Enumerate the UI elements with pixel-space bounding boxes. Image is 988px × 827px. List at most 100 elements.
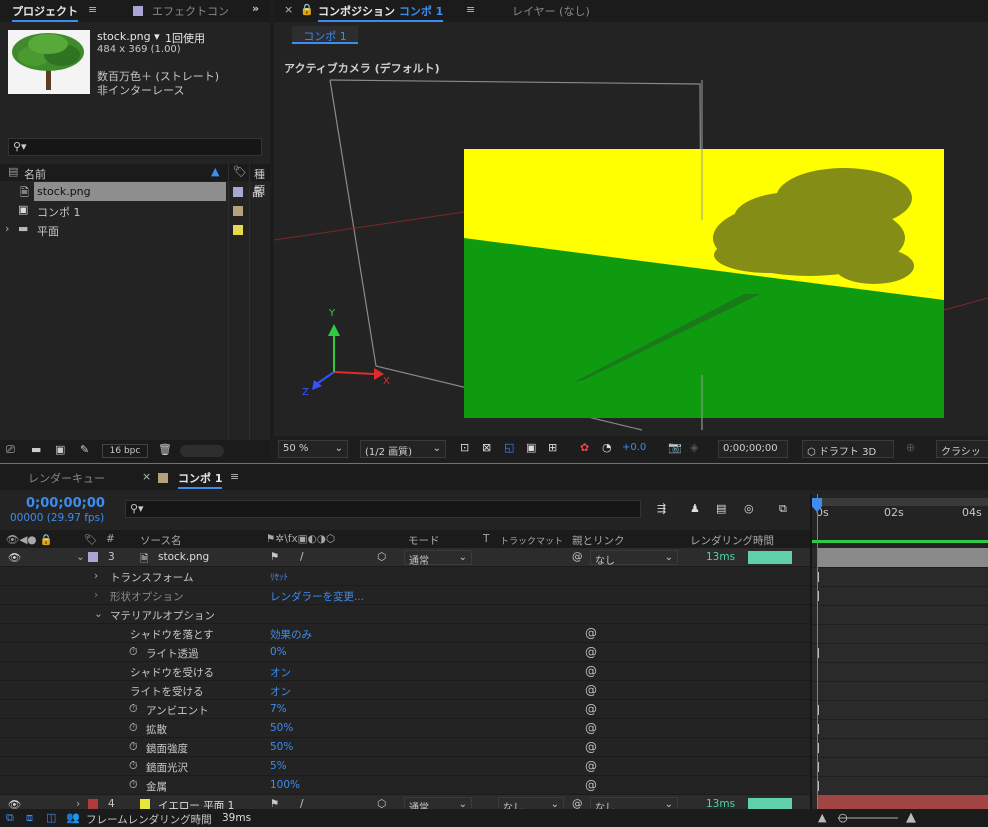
close-icon[interactable]: × [284, 3, 293, 16]
chevron-right-icon[interactable]: › [5, 222, 9, 235]
comp-mini-flowchart-icon[interactable]: ⇶ [657, 502, 666, 515]
eye-icon[interactable]: 👁 [8, 551, 21, 564]
property-group-material-options[interactable]: ⌄ マテリアルオプション [0, 605, 810, 624]
material-property-row[interactable]: ⏱ 金属 100% @ [0, 776, 810, 795]
col-track-matte[interactable]: トラックマット [500, 534, 563, 547]
frame-blending-icon[interactable]: ▤ [716, 502, 726, 515]
timeline-search-input[interactable]: ⚲▾ [125, 500, 641, 518]
mask-visibility-icon[interactable]: ◱ [504, 441, 514, 454]
sort-ascending-icon[interactable]: ▲ [211, 165, 219, 178]
stopwatch-icon[interactable]: ⏱ [129, 645, 138, 659]
tab-render-queue[interactable]: レンダーキュー [28, 470, 105, 486]
stopwatch-icon[interactable]: ⏱ [129, 759, 138, 773]
adjust-icon[interactable]: ✎ [80, 443, 89, 456]
layer-duration-bar-stock[interactable] [818, 548, 988, 567]
extended-viewer-icon[interactable]: ⊕ [906, 441, 915, 454]
expression-pickwhip-icon[interactable]: @ [585, 721, 597, 735]
material-property-row[interactable]: ⏱ アンビエント 7% @ [0, 700, 810, 719]
col-number[interactable]: # [106, 533, 115, 545]
layer-name[interactable]: stock.png [158, 551, 209, 563]
new-composition-icon[interactable]: ▣ [55, 443, 65, 456]
playhead-line[interactable] [817, 494, 818, 810]
property-value[interactable]: 7% [270, 703, 287, 715]
layer-row-stock[interactable]: 👁 ⌄ 3 🗎 stock.png ⚑ / ⬡ 通常 ⌄ @ なし ⌄ 13ms [0, 548, 810, 567]
chevron-right-icon[interactable]: › [94, 570, 98, 582]
stopwatch-icon[interactable]: ⏱ [129, 778, 138, 792]
mode-dropdown[interactable]: 通常⌄ [404, 550, 472, 567]
property-value[interactable]: 効果のみ [270, 627, 312, 642]
zoom-slider-knob[interactable]: ○ [838, 811, 848, 824]
renderer-button[interactable]: クラシッ [936, 440, 988, 458]
close-icon[interactable]: × [142, 470, 151, 483]
material-property-row[interactable]: シャドウを落とす 効果のみ @ [0, 624, 810, 643]
toggle-modes-icon[interactable]: ⧈ [26, 811, 33, 825]
panel-overflow-icon[interactable]: » [252, 2, 259, 15]
property-value[interactable]: 5% [270, 760, 287, 772]
col-source-name[interactable]: ソース名 [140, 533, 181, 548]
current-time[interactable]: 0;00;00;00 [26, 496, 105, 511]
property-value[interactable]: 100% [270, 779, 300, 791]
trash-icon[interactable]: 🗑 [158, 443, 172, 456]
shy-switch-icon[interactable]: ⚑ [270, 551, 279, 563]
toggle-switches-icon[interactable]: ⧉ [6, 811, 14, 825]
property-group-transform[interactable]: › トランスフォーム ﾘｾｯﾄ [0, 567, 810, 586]
project-item-comp[interactable]: ▣ コンポ 1 [0, 201, 270, 220]
property-value[interactable]: 50% [270, 722, 293, 734]
draft-3d-button[interactable]: ⬡ ドラフト 3D [802, 440, 894, 458]
material-property-row[interactable]: ⏱ 拡散 50% @ [0, 719, 810, 738]
project-item-stock[interactable]: 🗎 stock.png 品 [0, 182, 270, 201]
tab-menu-icon[interactable]: ≡ [230, 470, 239, 483]
snapshot-icon[interactable]: 📷 [668, 441, 682, 454]
show-snapshot-icon[interactable]: ◈ [690, 441, 698, 454]
property-value[interactable]: オン [270, 665, 291, 680]
time-ruler[interactable]: 0s 02s 04s [812, 494, 988, 548]
col-t[interactable]: T [483, 533, 489, 545]
exposure-value[interactable]: +0.0 [622, 442, 646, 453]
layer-label-swatch[interactable] [88, 799, 98, 809]
item-filename[interactable]: stock.png ▾ [97, 30, 160, 43]
expression-pickwhip-icon[interactable]: @ [585, 626, 597, 640]
layer-duration-bar-yellow[interactable] [818, 795, 988, 810]
chevron-down-icon[interactable]: ⌄ [76, 551, 85, 563]
stopwatch-icon[interactable]: ⏱ [129, 702, 138, 716]
label-color-swatch[interactable] [233, 187, 243, 197]
expression-pickwhip-icon[interactable]: @ [585, 759, 597, 773]
tab-effect-controls[interactable]: エフェクトコン [152, 3, 229, 19]
label-color-swatch[interactable] [233, 206, 243, 216]
property-value[interactable]: 50% [270, 741, 293, 753]
expression-pickwhip-icon[interactable]: @ [585, 683, 597, 697]
chevron-down-icon[interactable]: ⌄ [94, 608, 103, 620]
region-of-interest-icon[interactable]: ▣ [526, 441, 536, 454]
parent-dropdown[interactable]: なし⌄ [590, 550, 678, 567]
tab-composition[interactable]: コンポジション コンポ 1 [318, 3, 444, 22]
comp-flowchart-tab[interactable]: コンポ 1 [292, 26, 358, 44]
layer-label-swatch[interactable] [88, 552, 98, 562]
project-search-input[interactable]: ⚲▾ [8, 138, 262, 156]
project-item-solids-folder[interactable]: › ▬ 平面 [0, 220, 270, 239]
lock-icon[interactable]: 🔒 [300, 3, 314, 16]
transform-reset-link[interactable]: ﾘｾｯﾄ [270, 570, 288, 583]
expression-pickwhip-icon[interactable]: @ [585, 702, 597, 716]
tab-layer[interactable]: レイヤー (なし) [512, 3, 590, 19]
tab-menu-icon[interactable]: ≡ [88, 3, 97, 16]
transparency-grid-icon[interactable]: ⊠ [482, 441, 491, 454]
stopwatch-icon[interactable]: ⏱ [129, 721, 138, 735]
chevron-right-icon[interactable]: › [94, 589, 98, 601]
grid-guide-icon[interactable]: ⊞ [548, 441, 557, 454]
current-time-field[interactable]: 0;00;00;00 [718, 440, 788, 458]
toggle-in-out-icon[interactable]: ◫ [46, 811, 56, 824]
material-property-row[interactable]: シャドウを受ける オン @ [0, 662, 810, 681]
3d-layer-icon[interactable]: ⬡ [377, 551, 386, 563]
material-property-row[interactable]: ライトを受ける オン @ [0, 681, 810, 700]
resolution-dropdown[interactable]: (1/2 画質) ⌄ [360, 440, 446, 458]
material-property-row[interactable]: ⏱ ライト透過 0% @ [0, 643, 810, 662]
interpret-footage-icon[interactable]: ⎚ [6, 443, 15, 457]
expression-pickwhip-icon[interactable]: @ [585, 664, 597, 678]
material-property-row[interactable]: ⏱ 鏡面強度 50% @ [0, 738, 810, 757]
channel-icon[interactable]: ✿ [580, 441, 589, 454]
label-tag-icon[interactable]: 🏷 [233, 165, 247, 178]
zoom-dropdown[interactable]: 50 % ⌄ [278, 440, 348, 458]
thumbnail-slider[interactable] [180, 445, 224, 457]
quality-switch-icon[interactable]: / [300, 551, 304, 563]
property-group-shape-options[interactable]: › 形状オプション レンダラーを変更... [0, 586, 810, 605]
